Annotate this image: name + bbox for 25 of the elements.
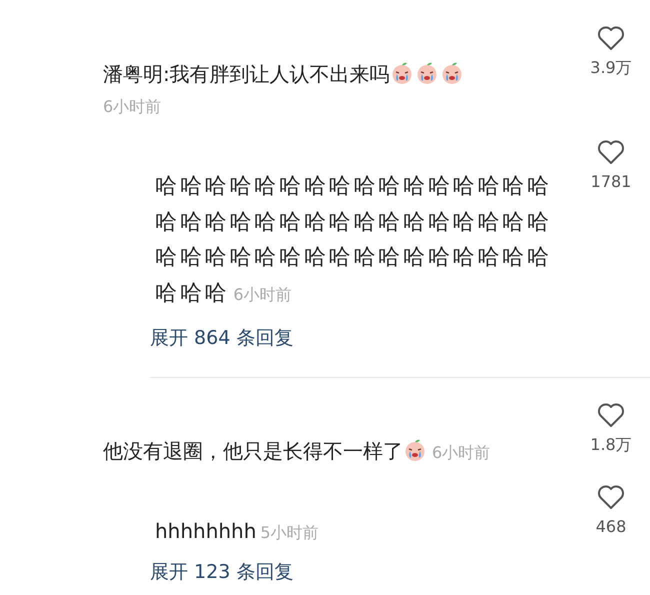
heart-icon[interactable] (597, 25, 625, 51)
timestamp: 6小时前 (103, 96, 162, 118)
heart-icon[interactable] (597, 139, 625, 165)
crying-emoji-icon (403, 438, 427, 462)
reply-text: hhhhhhhh (155, 518, 256, 542)
expand-replies-link[interactable]: 展开 123 条回复 (150, 558, 294, 586)
comment-text: 他没有退圈，他只是长得不一样了 (103, 438, 403, 462)
timestamp: 6小时前 (432, 442, 490, 462)
heart-icon[interactable] (597, 402, 625, 428)
crying-emoji-icon (440, 61, 464, 85)
comment-text: 潘粤明:我有胖到让人认不出来吗 (103, 62, 390, 86)
like-count: 3.9万 (590, 57, 632, 79)
heart-icon[interactable] (597, 484, 625, 510)
like-count: 468 (596, 516, 626, 538)
crying-emoji-icon (390, 61, 414, 85)
reply-text: 哈哈哈哈哈哈哈哈哈哈哈哈哈哈哈哈 (155, 244, 553, 272)
crying-emoji-icon (414, 61, 439, 85)
reply-text: 哈哈哈 (155, 280, 230, 306)
like-count: 1781 (590, 171, 632, 193)
reply-text: 哈哈哈哈哈哈哈哈哈哈哈哈哈哈哈哈 (155, 173, 553, 201)
reply-text: 哈哈哈哈哈哈哈哈哈哈哈哈哈哈哈哈 (155, 208, 553, 236)
timestamp: 5小时前 (260, 522, 319, 542)
timestamp: 6小时前 (233, 284, 292, 304)
like-count: 1.8万 (590, 434, 632, 456)
expand-replies-link[interactable]: 展开 864 条回复 (150, 324, 294, 352)
